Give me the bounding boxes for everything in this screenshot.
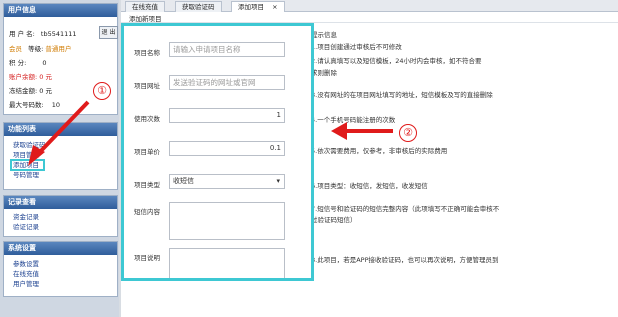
max-numbers-value: 10: [51, 101, 61, 109]
level-row: 会员 等级: 普通用户: [9, 43, 71, 53]
tab-add-project-label: 添加项目: [238, 3, 264, 11]
menu-param-settings[interactable]: 参数设置: [4, 259, 117, 269]
username-row: 用 户 名: tb5541111: [9, 28, 77, 38]
menu-add-project[interactable]: 添加项目: [10, 159, 45, 171]
tab-add-project[interactable]: 添加项目 ×: [231, 1, 285, 12]
logout-button[interactable]: 退 出: [99, 26, 118, 39]
help-line-3: 求则删除: [311, 69, 337, 77]
username-value: tb5541111: [40, 30, 77, 38]
help-line-10: 8.此项目，若是APP接收验证码，也可以再次说明，方便管理员到: [311, 256, 499, 264]
frozen-value: 0 元: [39, 87, 52, 95]
max-numbers-row: 最大号码数: 10: [9, 99, 60, 109]
system-panel: 系统设置 参数设置 在线充值 用户管理: [3, 241, 118, 297]
balance-row: 账户余额: 0 元: [9, 71, 52, 81]
system-title: 系统设置: [4, 242, 117, 255]
menu-online-recharge[interactable]: 在线充值: [4, 269, 117, 279]
annotation-1-label: ①: [93, 82, 111, 100]
help-line-2: 2.请认真填写以及短信模板，24小时内会审核，如不符合要: [311, 57, 482, 65]
points-value: 0: [42, 59, 47, 67]
menu-get-code[interactable]: 获取验证码: [4, 140, 117, 150]
level-label: 等级:: [28, 45, 44, 53]
frozen-label: 冻结金额:: [9, 87, 38, 95]
menu-user-manage[interactable]: 用户管理: [4, 279, 117, 289]
balance-label: 账户余额:: [9, 73, 38, 81]
help-line-8: 7.短信号和验证码的短信完整内容（此项填写不正确可能会审核不: [311, 205, 500, 213]
tab-get-code[interactable]: 获取验证码: [175, 1, 222, 12]
menu-fund-record[interactable]: 资金记录: [4, 212, 117, 222]
function-list-title: 功能列表: [4, 123, 117, 136]
balance-value: 0 元: [39, 73, 52, 81]
annotation-2-label: ②: [399, 124, 417, 142]
record-panel: 记录查看 资金记录 验证记录: [3, 195, 118, 237]
help-line-1: 1.项目创建通过审核后不可修改: [311, 43, 402, 51]
user-info-title: 用户信息: [4, 4, 117, 17]
member-label: 会员: [9, 45, 22, 53]
username-label: 用 户 名:: [9, 30, 35, 38]
sidebar: 用户信息 用 户 名: tb5541111 退 出 会员 等级: 普通用户 积 …: [0, 0, 119, 317]
close-icon[interactable]: ×: [272, 3, 277, 11]
menu-project-manage[interactable]: 项目管理: [4, 150, 117, 160]
help-line-9: 过验证码短信）: [311, 216, 357, 224]
frozen-row: 冻结金额: 0 元: [9, 85, 52, 95]
help-line-5: 4.一个手机号码能注册的次数: [311, 116, 396, 124]
max-numbers-label: 最大号码数:: [9, 101, 44, 109]
level-value: 普通用户: [45, 45, 72, 53]
record-title: 记录查看: [4, 196, 117, 209]
help-line-6: 5.依次需要费用，仅参考，非审核后的实际费用: [311, 147, 448, 155]
help-line-7: 6.项目类型：收短信，发短信，收发短信: [311, 182, 428, 190]
highlight-box: [121, 23, 314, 281]
points-label: 积 分:: [9, 59, 27, 67]
function-list-panel: 功能列表 获取验证码 项目管理 添加项目 号码管理: [3, 122, 118, 190]
points-row: 积 分: 0: [9, 57, 46, 67]
tab-bar: 在线充值 获取验证码 添加项目 ×: [121, 0, 618, 12]
menu-verify-record[interactable]: 验证记录: [4, 222, 117, 232]
menu-number-manage[interactable]: 号码管理: [4, 170, 117, 180]
tab-online-recharge[interactable]: 在线充值: [125, 1, 165, 12]
help-title: 提示信息: [311, 31, 337, 39]
help-line-4: 3.没有网址的在项目网址填写的地址，短信模板及写的直接删除: [311, 91, 493, 99]
